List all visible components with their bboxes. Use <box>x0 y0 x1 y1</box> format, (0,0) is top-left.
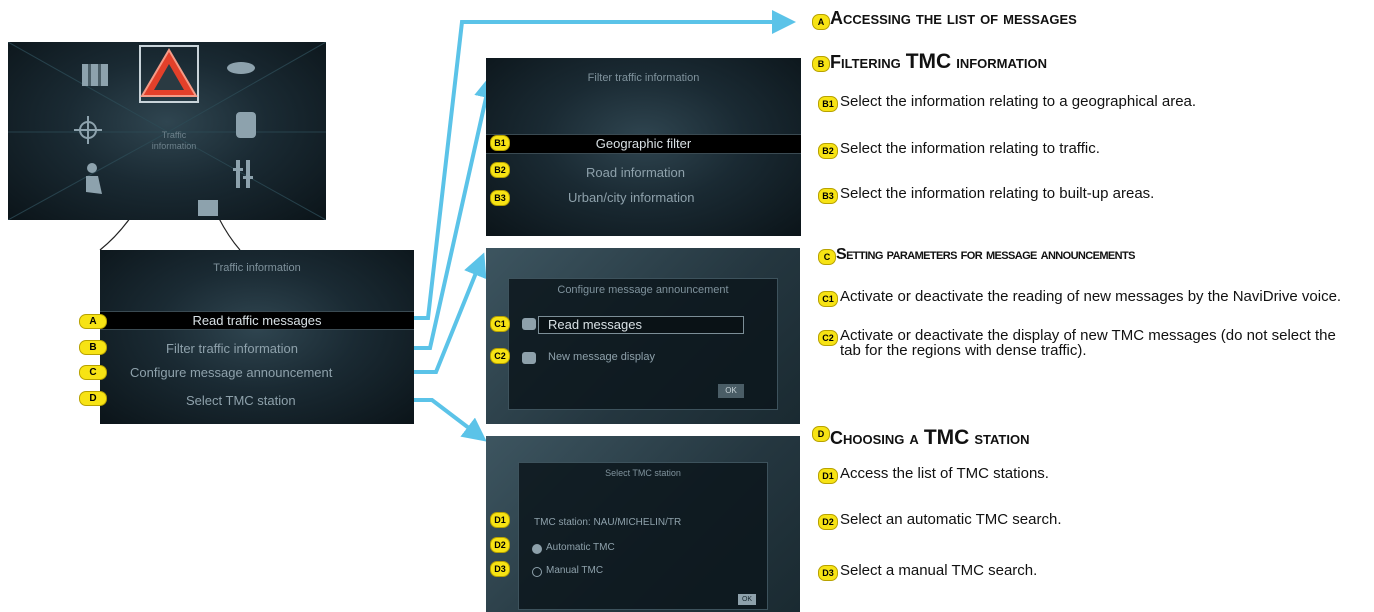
desc-badge-d1: D1 <box>818 468 838 484</box>
option-automatic-tmc[interactable]: Automatic TMC <box>546 542 615 553</box>
desc-badge-d2: D2 <box>818 514 838 530</box>
section-badge-d: D <box>812 426 830 442</box>
display-icon <box>522 352 536 364</box>
arrow-d <box>414 398 487 442</box>
option-manual-tmc[interactable]: Manual TMC <box>546 565 603 576</box>
section-badge-c: C <box>818 249 836 265</box>
section-badge-a: A <box>812 14 830 30</box>
badge-b2: B2 <box>490 162 510 178</box>
car-icon <box>236 112 256 138</box>
main-menu-screen: Traffic information <box>8 42 326 220</box>
badge-d3: D3 <box>490 561 510 577</box>
traffic-information-screen: Traffic information Read traffic message… <box>100 250 414 424</box>
badge-c1: C1 <box>490 316 510 332</box>
heading-setting-parameters: Setting parameters for message announcem… <box>836 246 1135 263</box>
screen-title: Select TMC station <box>605 468 681 478</box>
phone-icon <box>227 62 255 74</box>
badge-b: B <box>79 340 107 355</box>
desc-badge-b1: B1 <box>818 96 838 112</box>
heading-filtering-tmc: Filtering TMC information <box>830 50 1047 73</box>
traffic-info-label: Traffic information <box>151 130 197 151</box>
dialog-panel <box>518 462 768 610</box>
screen-title: Configure message announcement <box>557 284 729 296</box>
desc-d3: Select a manual TMC search. <box>840 562 1038 579</box>
desc-badge-c1: C1 <box>818 291 838 307</box>
option-new-message-display[interactable]: New message display <box>548 351 655 363</box>
badge-c: C <box>79 365 107 380</box>
badge-c2: C2 <box>490 348 510 364</box>
compass-icon <box>74 116 102 144</box>
envelope-icon <box>522 318 536 330</box>
radio-automatic[interactable] <box>532 544 542 554</box>
desc-b3: Select the information relating to built… <box>840 185 1155 202</box>
desc-badge-b3: B3 <box>818 188 838 204</box>
badge-b1: B1 <box>490 135 510 151</box>
configure-announcement-screen: Configure message announcement Read mess… <box>486 248 800 424</box>
desc-badge-d3: D3 <box>818 565 838 581</box>
section-badge-b: B <box>812 56 830 72</box>
menu-item-read-traffic-messages[interactable]: Read traffic messages <box>100 311 414 330</box>
badge-d: D <box>79 391 107 406</box>
screen-title: Traffic information <box>213 262 301 274</box>
screen-title: Filter traffic information <box>587 72 700 84</box>
desc-badge-c2: C2 <box>818 330 838 346</box>
desc-badge-b2: B2 <box>818 143 838 159</box>
badge-a: A <box>79 314 107 329</box>
desc-b2: Select the information relating to traff… <box>840 140 1100 157</box>
map-icon <box>82 64 108 86</box>
menu-item-select-tmc-station[interactable]: Select TMC station <box>186 393 296 408</box>
filter-traffic-screen: Filter traffic information Geographic fi… <box>486 58 801 236</box>
handset-icon <box>198 200 218 216</box>
menu-item-road-information[interactable]: Road information <box>586 165 685 180</box>
desc-d2: Select an automatic TMC search. <box>840 511 1062 528</box>
menu-item-urban-city-information[interactable]: Urban/city information <box>568 190 694 205</box>
menu-item-geographic-filter[interactable]: Geographic filter <box>486 134 801 154</box>
ok-button[interactable]: OK <box>738 594 756 605</box>
menu-item-configure-message-announcement[interactable]: Configure message announcement <box>130 365 332 380</box>
option-read-messages[interactable]: Read messages <box>548 317 642 332</box>
badge-b3: B3 <box>490 190 510 206</box>
select-tmc-station-screen: Select TMC station TMC station: NAU/MICH… <box>486 436 800 612</box>
desc-d1: Access the list of TMC stations. <box>840 465 1049 482</box>
ok-button[interactable]: OK <box>718 384 744 398</box>
desc-c2: Activate or deactivate the display of ne… <box>840 327 1336 359</box>
person-icon <box>86 163 102 194</box>
badge-d2: D2 <box>490 537 510 553</box>
menu-item-filter-traffic-information[interactable]: Filter traffic information <box>166 341 298 356</box>
desc-c1: Activate or deactivate the reading of ne… <box>840 288 1342 305</box>
tmc-station-value: TMC station: NAU/MICHELIN/TR <box>534 517 682 528</box>
desc-b1: Select the information relating to a geo… <box>840 93 1197 110</box>
badge-d1: D1 <box>490 512 510 528</box>
heading-accessing-messages: Accessing the list of messages <box>830 8 1077 28</box>
heading-choosing-tmc-station: Choosing a TMC station <box>830 426 1030 449</box>
radio-manual[interactable] <box>532 567 542 577</box>
